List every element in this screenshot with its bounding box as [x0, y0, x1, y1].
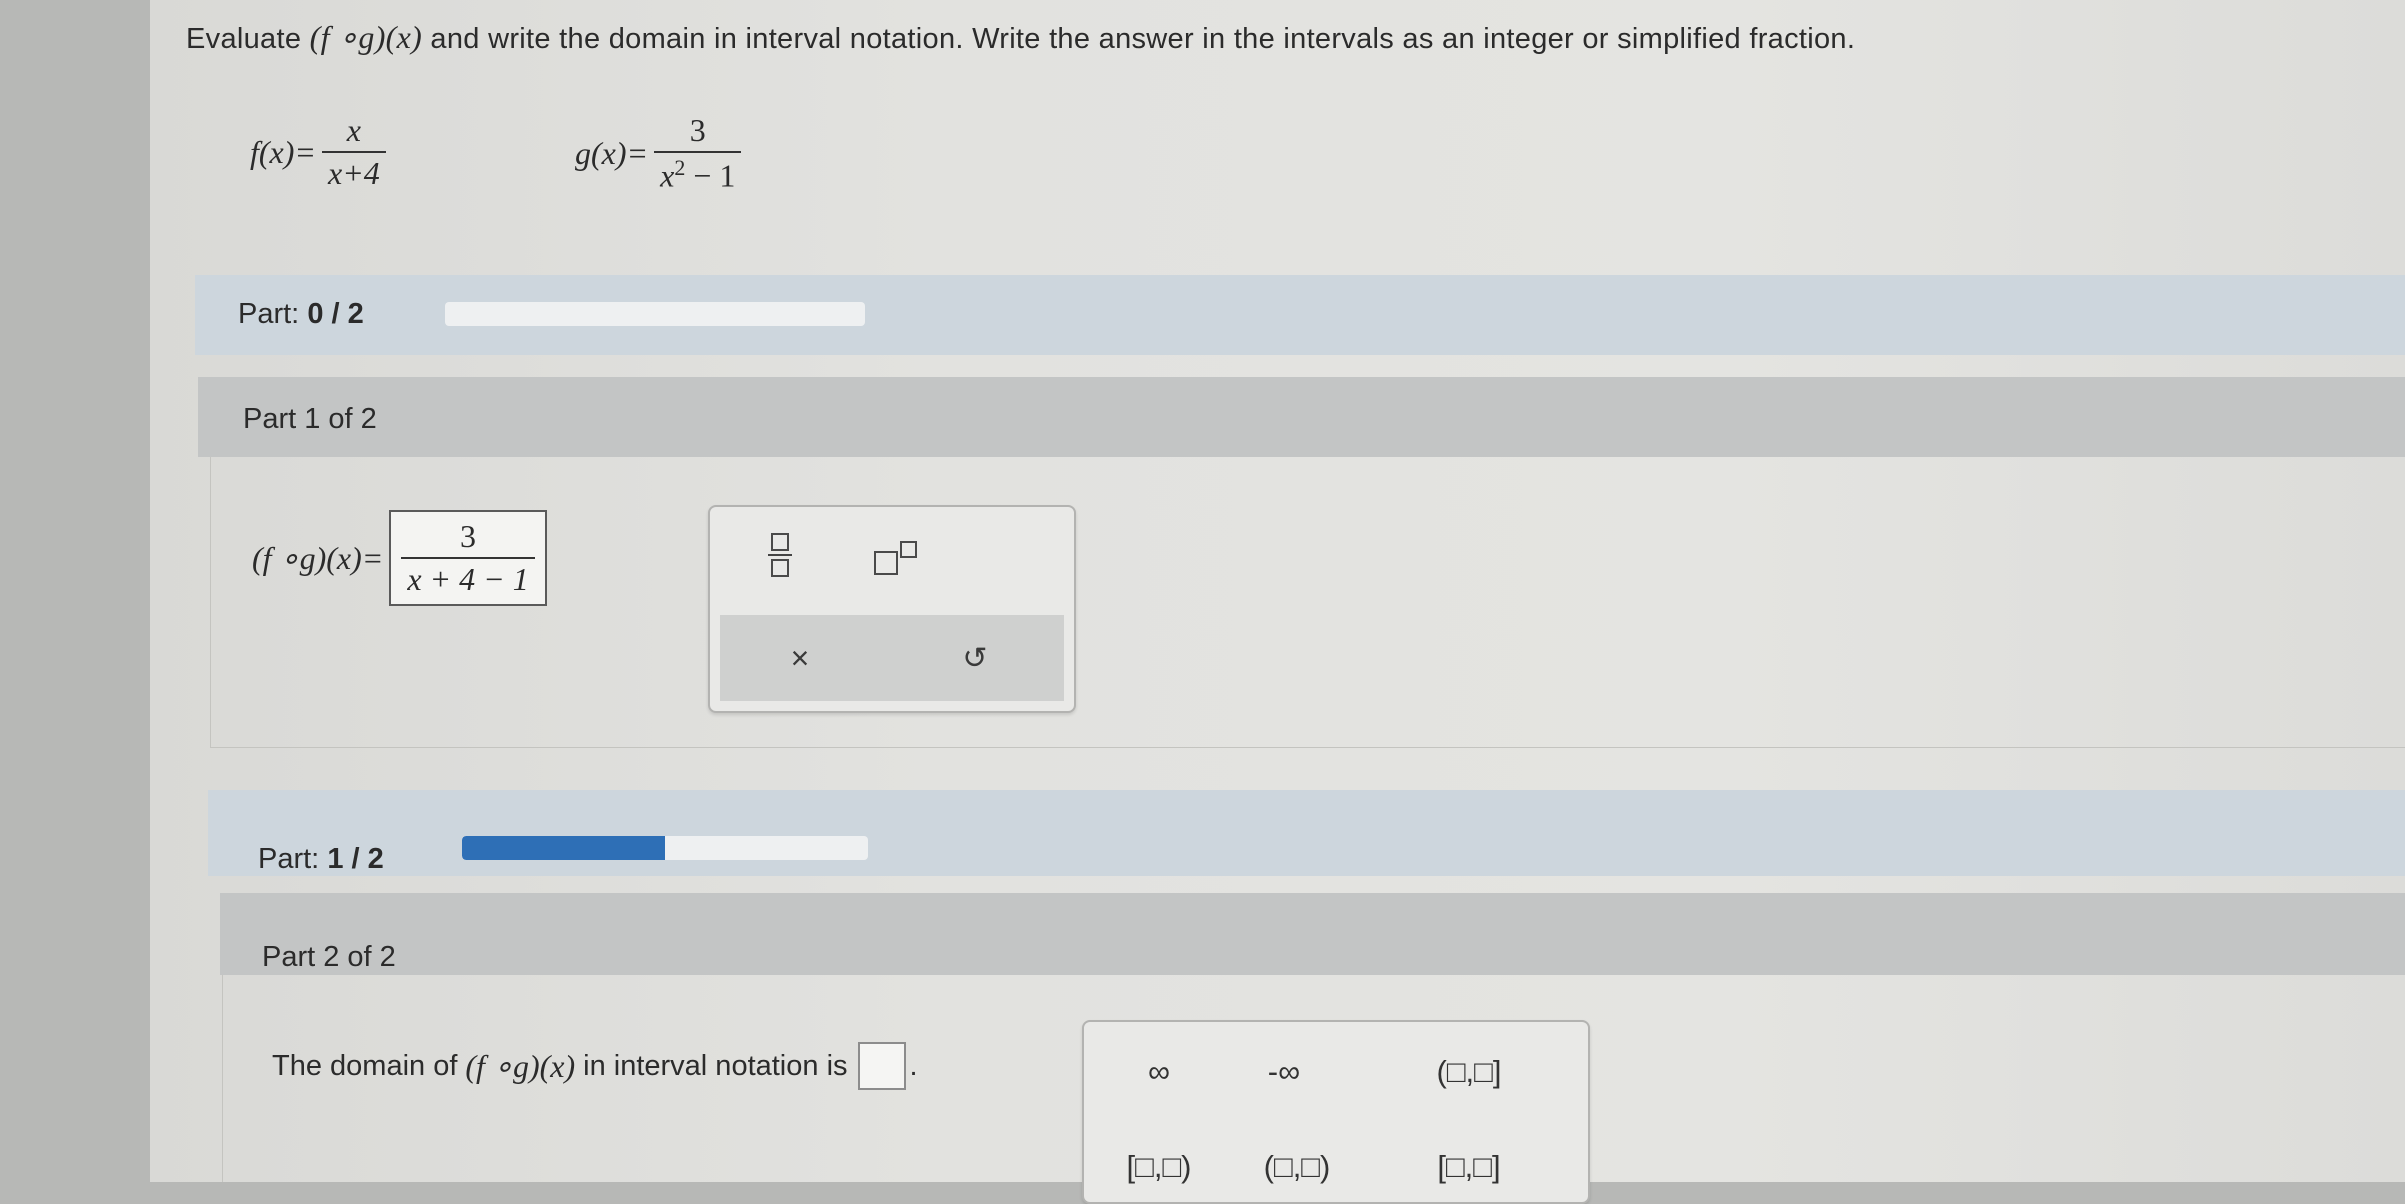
- f-denominator: x+4: [322, 151, 386, 192]
- closed-closed-interval-button[interactable]: [□,□]: [1374, 1142, 1564, 1192]
- part1-header: Part 1 of 2: [198, 377, 2405, 457]
- function-f: f(x)= x x+4: [250, 112, 392, 192]
- open-closed-interval-button[interactable]: (□,□]: [1374, 1047, 1564, 1097]
- part1-expression: (f ∘g)(x)= 3 x + 4 − 1: [252, 510, 547, 606]
- infinity-label: ∞: [1147, 1054, 1171, 1089]
- g-den-rest: − 1: [685, 157, 736, 194]
- progress-2-value: 1 / 2: [327, 843, 384, 875]
- g-fraction: 3 x2 − 1: [654, 112, 742, 195]
- g-lhs: g(x)=: [575, 134, 649, 171]
- open-open-interval-label: (□,□): [1263, 1149, 1331, 1184]
- part2-header: Part 2 of 2: [220, 893, 2405, 975]
- negative-infinity-button[interactable]: -∞: [1214, 1047, 1354, 1097]
- exponent-template-icon[interactable]: [860, 525, 930, 585]
- domain-text-after: in interval notation is: [583, 1049, 848, 1082]
- domain-composition: (f ∘g)(x): [465, 1048, 576, 1084]
- closed-closed-interval-label: [□,□]: [1437, 1149, 1501, 1184]
- progress-track-1: [445, 302, 865, 326]
- g-denominator: x2 − 1: [654, 151, 742, 195]
- assignment-page: Evaluate (f ∘g)(x) and write the domain …: [150, 0, 2405, 1204]
- infinity-button[interactable]: ∞: [1104, 1047, 1214, 1097]
- part1-answer-denominator: x + 4 − 1: [401, 557, 535, 598]
- progress-1-text: Part:: [238, 298, 308, 330]
- part2-domain-prompt: The domain of (f ∘g)(x) in interval nota…: [272, 1042, 918, 1090]
- undo-button[interactable]: ↺: [945, 628, 1005, 688]
- g-numerator: 3: [689, 112, 706, 148]
- undo-icon: ↺: [962, 641, 988, 675]
- question-instructions: and write the domain in interval notatio…: [422, 23, 1856, 55]
- domain-text-before: The domain of: [272, 1049, 458, 1082]
- progress-fill-2: [462, 836, 665, 860]
- g-den-base: x: [660, 157, 675, 194]
- palette-action-bar: × ↺: [720, 615, 1064, 701]
- part-progress-bar-2: [208, 790, 2405, 876]
- f-numerator: x: [346, 112, 361, 148]
- close-icon: ×: [790, 639, 810, 676]
- progress-1-value: 0 / 2: [307, 298, 364, 330]
- part1-answer-input[interactable]: 3 x + 4 − 1: [389, 510, 547, 606]
- part1-answer-fraction: 3 x + 4 − 1: [401, 518, 535, 598]
- clear-button[interactable]: ×: [770, 628, 830, 688]
- domain-answer-input[interactable]: [857, 1042, 906, 1090]
- interval-palette: ∞ -∞ (□,□] [□,□) (□,□) [□,□]: [1082, 1020, 1590, 1204]
- open-open-interval-button[interactable]: (□,□): [1232, 1142, 1362, 1192]
- function-g: g(x)= 3 x2 − 1: [575, 112, 747, 195]
- closed-open-interval-button[interactable]: [□,□): [1084, 1142, 1234, 1192]
- part1-title: Part 1 of 2: [243, 403, 377, 435]
- part1-lhs: (f ∘g)(x)=: [252, 540, 384, 576]
- math-palette-1: × ↺: [708, 505, 1076, 713]
- question-intro: Evaluate: [186, 23, 310, 55]
- f-lhs: f(x)=: [250, 133, 316, 170]
- g-den-exponent: 2: [674, 155, 686, 180]
- progress-2-text: Part:: [258, 843, 328, 875]
- fraction-template-icon[interactable]: [750, 525, 810, 585]
- part-progress-label-1: Part: 0 / 2: [238, 298, 364, 331]
- question-composition: (f ∘g)(x): [309, 19, 423, 55]
- negative-infinity-label: -∞: [1267, 1054, 1301, 1089]
- domain-period: .: [909, 1049, 918, 1082]
- part1-answer-numerator: 3: [460, 518, 477, 554]
- progress-track-2: [462, 836, 868, 860]
- closed-open-interval-label: [□,□): [1126, 1149, 1192, 1184]
- f-fraction: x x+4: [322, 112, 386, 192]
- open-closed-interval-label: (□,□]: [1436, 1054, 1502, 1089]
- question-text: Evaluate (f ∘g)(x) and write the domain …: [186, 18, 1855, 56]
- part2-title: Part 2 of 2: [262, 941, 396, 973]
- part-progress-label-2: Part: 1 / 2: [258, 843, 384, 876]
